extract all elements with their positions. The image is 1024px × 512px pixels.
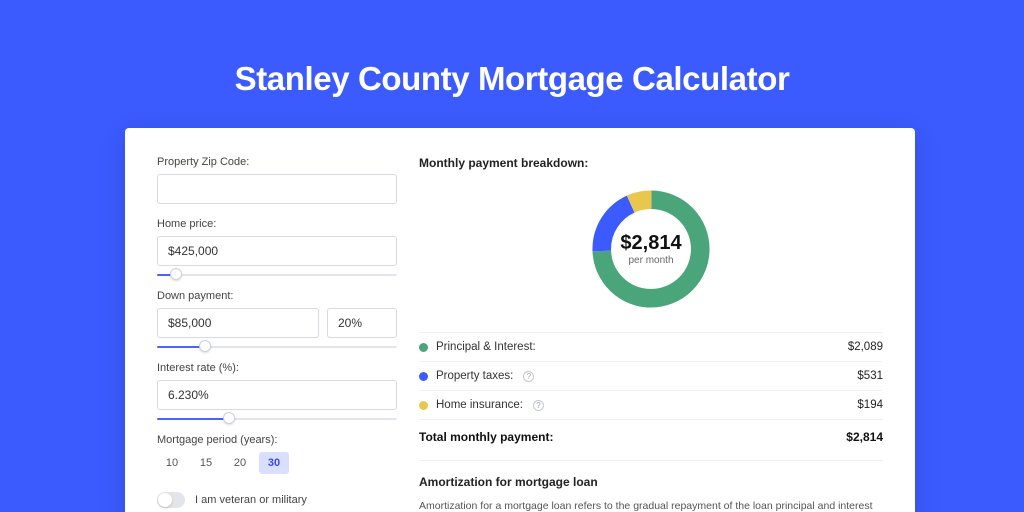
slider-fill	[157, 346, 205, 348]
calculator-card: Property Zip Code: Home price: Down paym…	[125, 128, 915, 512]
dot-icon	[419, 401, 428, 410]
home-price-input[interactable]	[157, 236, 397, 266]
down-payment-input[interactable]	[157, 308, 319, 338]
form-panel: Property Zip Code: Home price: Down paym…	[157, 156, 397, 512]
veteran-label: I am veteran or military	[195, 494, 307, 506]
page-title: Stanley County Mortgage Calculator	[0, 0, 1024, 98]
home-price-label: Home price:	[157, 218, 397, 230]
down-payment-pct-input[interactable]	[327, 308, 397, 338]
breakdown-title: Monthly payment breakdown:	[419, 156, 883, 170]
period-15-button[interactable]: 15	[191, 452, 221, 474]
info-icon[interactable]: ?	[523, 371, 534, 382]
legend-row-principal: Principal & Interest: $2,089	[419, 332, 883, 361]
down-payment-label: Down payment:	[157, 290, 397, 302]
slider-track	[157, 274, 397, 276]
slider-thumb[interactable]	[199, 340, 211, 352]
legend-row-insurance: Home insurance: ? $194	[419, 390, 883, 419]
legend-label: Principal & Interest:	[436, 341, 536, 353]
home-price-slider[interactable]	[157, 272, 397, 278]
page-background: Stanley County Mortgage Calculator Prope…	[0, 0, 1024, 512]
donut-center-amount: $2,814	[620, 232, 681, 255]
legend-value: $531	[857, 370, 883, 382]
amortization-text: Amortization for a mortgage loan refers …	[419, 499, 883, 512]
total-label: Total monthly payment:	[419, 430, 553, 444]
interest-rate-label: Interest rate (%):	[157, 362, 397, 374]
total-value: $2,814	[846, 430, 883, 444]
period-20-button[interactable]: 20	[225, 452, 255, 474]
legend-value: $2,089	[848, 341, 883, 353]
donut-center-sub: per month	[620, 255, 681, 266]
donut-center: $2,814 per month	[620, 232, 681, 266]
veteran-row: I am veteran or military	[157, 492, 397, 508]
slider-fill	[157, 418, 229, 420]
donut-chart: $2,814 per month	[419, 184, 883, 314]
legend-label: Home insurance:	[436, 399, 523, 411]
legend-row-taxes: Property taxes: ? $531	[419, 361, 883, 390]
slider-thumb[interactable]	[223, 412, 235, 424]
zip-label: Property Zip Code:	[157, 156, 397, 168]
toggle-knob	[158, 493, 172, 507]
period-30-button[interactable]: 30	[259, 452, 289, 474]
interest-rate-input[interactable]	[157, 380, 397, 410]
period-10-button[interactable]: 10	[157, 452, 187, 474]
breakdown-panel: Monthly payment breakdown: $2,814 per mo…	[419, 156, 883, 512]
slider-thumb[interactable]	[170, 268, 182, 280]
legend-value: $194	[857, 399, 883, 411]
interest-rate-slider[interactable]	[157, 416, 397, 422]
down-payment-slider[interactable]	[157, 344, 397, 350]
veteran-toggle[interactable]	[157, 492, 185, 508]
total-row: Total monthly payment: $2,814	[419, 419, 883, 460]
dot-icon	[419, 343, 428, 352]
zip-input[interactable]	[157, 174, 397, 204]
period-button-group: 10 15 20 30	[157, 452, 397, 474]
amortization-section: Amortization for mortgage loan Amortizat…	[419, 460, 883, 512]
info-icon[interactable]: ?	[533, 400, 544, 411]
amortization-title: Amortization for mortgage loan	[419, 475, 883, 489]
legend-label: Property taxes:	[436, 370, 513, 382]
mortgage-period-label: Mortgage period (years):	[157, 434, 397, 446]
dot-icon	[419, 372, 428, 381]
